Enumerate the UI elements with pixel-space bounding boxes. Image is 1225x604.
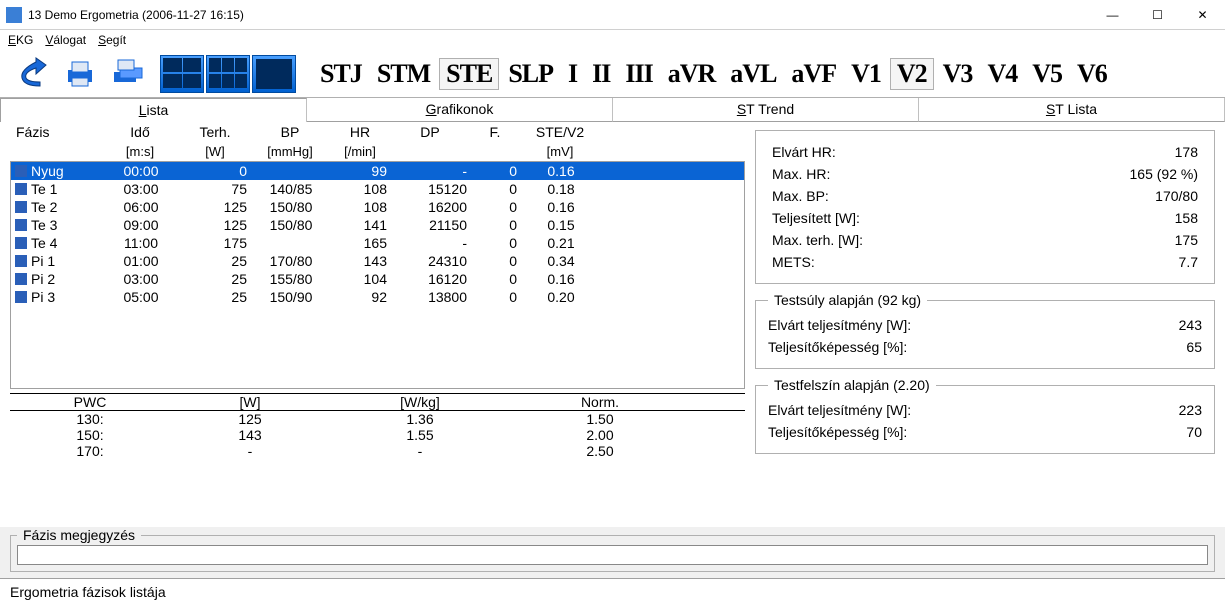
statusbar: Ergometria fázisok listája [0,578,1225,604]
phase-icon [15,165,27,177]
lead-avr[interactable]: aVR [662,59,722,89]
back-button[interactable] [10,54,54,94]
lead-ii[interactable]: II [586,59,616,89]
hdr-dp: DP [390,122,470,142]
tab-sttrend[interactable]: ST Trend [613,98,919,122]
lead-slp[interactable]: SLP [502,59,559,89]
menu-ekg[interactable]: EKG [8,33,33,47]
hdr-ste: STE/V2 [520,122,600,142]
lead-v2[interactable]: V2 [890,58,934,90]
pwc-row: 130:1251.361.50 [10,411,745,427]
lead-i[interactable]: I [562,59,583,89]
lead-v3[interactable]: V3 [937,59,979,89]
tab-stlista[interactable]: ST Lista [919,98,1225,122]
pwc-hdr-wkg: [W/kg] [330,394,510,410]
weight-group: Testsúly alapján (92 kg) Elvárt teljesít… [755,292,1215,369]
pwc-hdr-w: [W] [170,394,330,410]
sub-tabs: Lista Grafikonok ST Trend ST Lista [0,98,1225,122]
pwc-hdr-pwc: PWC [10,394,170,410]
lead-avf[interactable]: aVF [785,59,842,89]
table-row[interactable]: Pi 305:0025150/90921380000.20 [11,288,744,306]
left-column: Fázis Idő Terh. BP HR DP F. STE/V2 [m:s]… [10,122,745,521]
lead-v1[interactable]: V1 [845,59,887,89]
pwc-row: 150:1431.552.00 [10,427,745,443]
print-multi-button[interactable] [106,54,150,94]
hdr-hr: HR [330,122,390,142]
lead-stj[interactable]: STJ [314,59,368,89]
titlebar: 13 Demo Ergometria (2006-11-27 16:15) — … [0,0,1225,30]
phase-note-group: Fázis megjegyzés [10,527,1215,572]
status-text: Ergometria fázisok listája [10,584,166,600]
phase-note-input[interactable] [17,545,1208,565]
pwc-table: PWC [W] [W/kg] Norm. 130:1251.361.50150:… [10,393,745,459]
tab-grafikonok[interactable]: Grafikonok [307,98,613,122]
tab-lista[interactable]: Lista [0,98,307,122]
lead-stm[interactable]: STM [371,59,436,89]
table-row[interactable]: Pi 101:0025170/801432431000.34 [11,252,744,270]
table-row[interactable]: Pi 203:0025155/801041612000.16 [11,270,744,288]
phase-icon [15,183,27,195]
right-column: Elvárt HR:178 Max. HR:165 (92 %) Max. BP… [755,122,1215,521]
hdr-fazis: Fázis [10,122,100,142]
print-button[interactable] [58,54,102,94]
toolbar: STJSTMSTESLPIIIIIIaVRaVLaVFV1V2V3V4V5V6 [0,50,1225,98]
phase-table[interactable]: Nyug00:00099-00.16Te 103:0075140/8510815… [10,161,745,389]
content-area: Fázis Idő Terh. BP HR DP F. STE/V2 [m:s]… [0,122,1225,527]
graph-layout-group [160,55,296,93]
table-row[interactable]: Te 309:00125150/801412115000.15 [11,216,744,234]
layout-2x2-button[interactable] [160,55,204,93]
minimize-button[interactable]: — [1090,0,1135,30]
lead-v6[interactable]: V6 [1071,59,1113,89]
hdr-ido: Idő [100,122,180,142]
phase-table-header: Fázis Idő Terh. BP HR DP F. STE/V2 [10,122,745,142]
hdr-terh: Terh. [180,122,250,142]
table-row[interactable]: Nyug00:00099-00.16 [11,162,744,180]
app-icon [6,7,22,23]
menubar: EKG Válogat Segít [0,30,1225,50]
lead-ste[interactable]: STE [439,58,499,90]
summary-box: Elvárt HR:178 Max. HR:165 (92 %) Max. BP… [755,130,1215,284]
lead-selector-row: STJSTMSTESLPIIIIIIaVRaVLaVFV1V2V3V4V5V6 [314,58,1113,90]
hdr-bp: BP [250,122,330,142]
lead-v5[interactable]: V5 [1026,59,1068,89]
table-row[interactable]: Te 103:0075140/851081512000.18 [11,180,744,198]
pwc-row: 170:--2.50 [10,443,745,459]
menu-segit[interactable]: Segít [98,33,126,47]
table-row[interactable]: Te 206:00125150/801081620000.16 [11,198,744,216]
maximize-button[interactable]: ☐ [1135,0,1180,30]
phase-icon [15,201,27,213]
table-row[interactable]: Te 411:00175165-00.21 [11,234,744,252]
phase-icon [15,237,27,249]
layout-3x2-button[interactable] [206,55,250,93]
window-title: 13 Demo Ergometria (2006-11-27 16:15) [28,8,1090,22]
pwc-hdr-norm: Norm. [510,394,690,410]
phase-icon [15,273,27,285]
lead-v4[interactable]: V4 [981,59,1023,89]
hdr-f: F. [470,122,520,142]
lead-iii[interactable]: III [619,59,658,89]
layout-1-button[interactable] [252,55,296,93]
close-button[interactable]: ✕ [1180,0,1225,30]
phase-icon [15,255,27,267]
phase-icon [15,219,27,231]
phase-table-units: [m:s] [W] [mmHg] [/min] [mV] [10,142,745,161]
lead-avl[interactable]: aVL [724,59,782,89]
phase-icon [15,291,27,303]
menu-valogat[interactable]: Válogat [45,33,86,47]
surface-group: Testfelszín alapján (2.20) Elvárt teljes… [755,377,1215,454]
